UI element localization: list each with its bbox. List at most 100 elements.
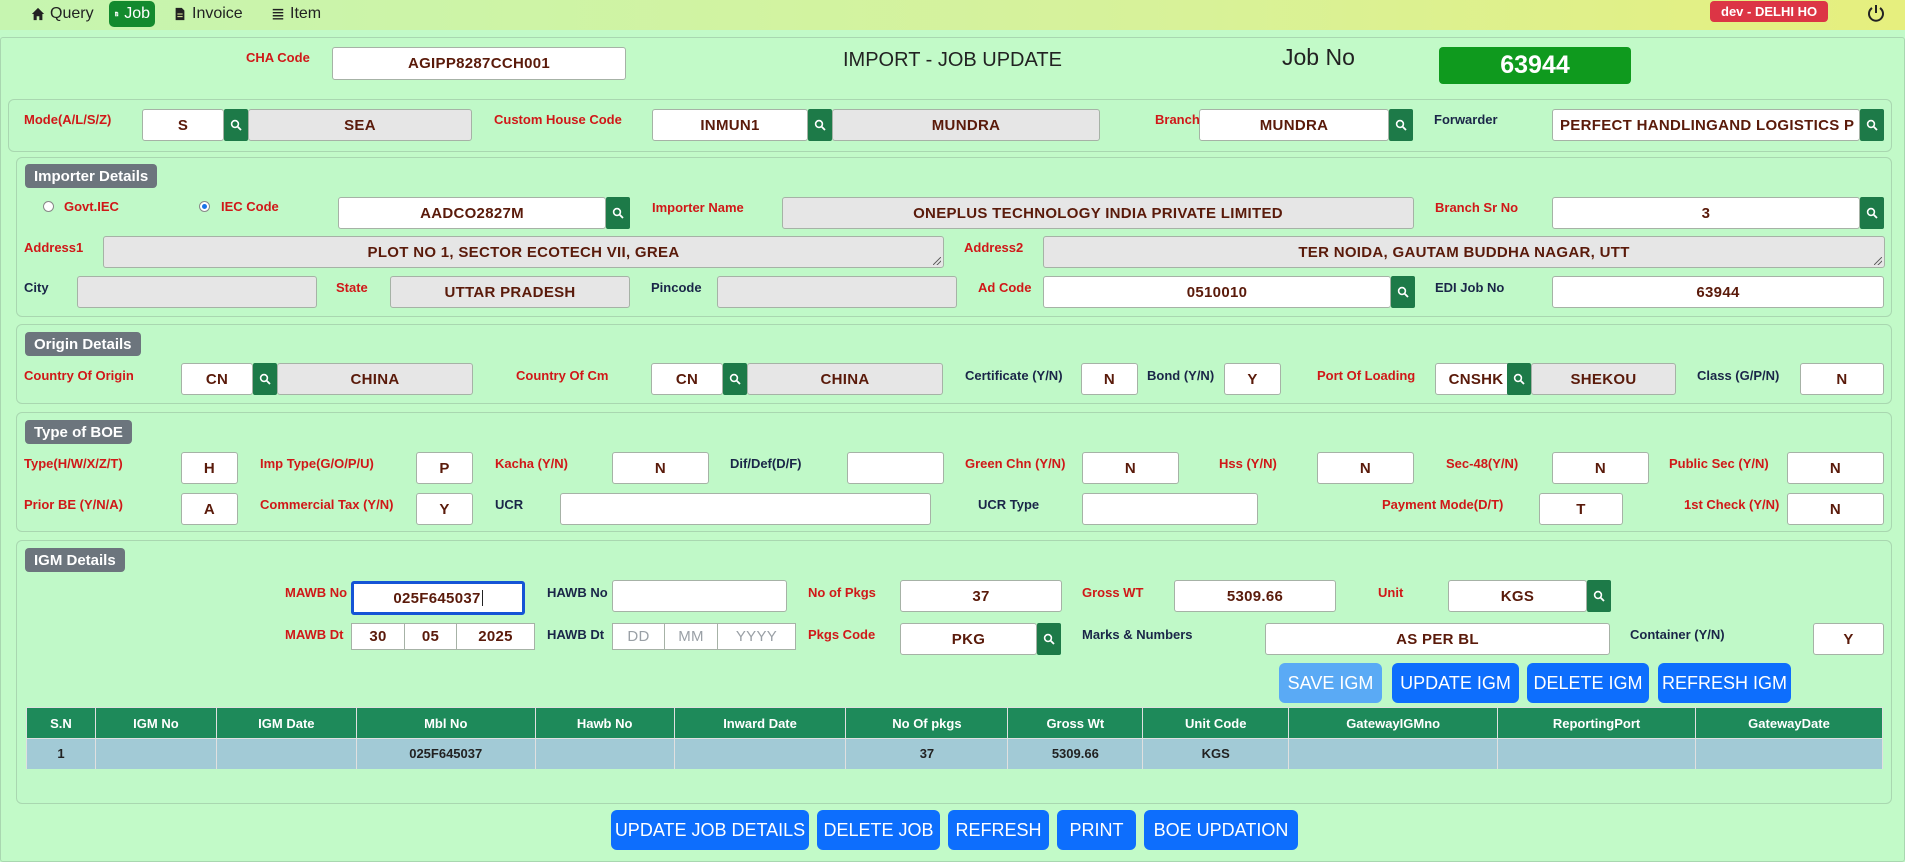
table-row[interactable]: 1 025F645037 37 5309.66 KGS [26, 738, 1883, 769]
save-igm-button[interactable]: SAVE IGM [1279, 663, 1382, 703]
col-header[interactable]: S.N [26, 707, 96, 739]
col-header[interactable]: GatewayIGMno [1288, 707, 1499, 739]
green-chn-field[interactable]: N [1082, 452, 1179, 484]
mawb-no-field[interactable]: 025F645037 [351, 581, 525, 615]
unit-field[interactable]: KGS [1448, 580, 1587, 612]
no-pkgs-field[interactable]: 37 [900, 580, 1062, 612]
branch-field[interactable]: MUNDRA [1199, 109, 1389, 141]
col-header[interactable]: IGM Date [215, 707, 357, 739]
table-cell: 1 [26, 738, 96, 769]
gross-wt-field[interactable]: 5309.66 [1174, 580, 1336, 612]
country-cm-code-field[interactable]: CN [651, 363, 723, 395]
col-header[interactable]: Gross Wt [1007, 707, 1144, 739]
col-header[interactable]: Inward Date [673, 707, 847, 739]
country-origin-search-button[interactable] [253, 363, 277, 395]
custom-house-search-button[interactable] [808, 109, 832, 141]
col-header[interactable]: Mbl No [355, 707, 536, 739]
igm-section-title: IGM Details [25, 548, 125, 572]
branch-sr-search-button[interactable] [1860, 197, 1884, 229]
delete-job-button[interactable]: DELETE JOB [817, 810, 940, 850]
ucr-field[interactable] [560, 493, 931, 525]
branch-search-button[interactable] [1389, 109, 1413, 141]
col-header[interactable]: ReportingPort [1497, 707, 1697, 739]
cha-code-field[interactable]: AGIPP8287CCH001 [332, 47, 626, 80]
table-cell: 025F645037 [355, 738, 536, 769]
port-loading-search-button[interactable] [1507, 363, 1531, 395]
hawb-no-field[interactable] [612, 580, 787, 612]
hawb-dt-day-field[interactable]: DD [612, 623, 665, 650]
mode-search-button[interactable] [224, 109, 248, 141]
country-cm-name-field: CHINA [747, 363, 943, 395]
ad-code-field[interactable]: 0510010 [1043, 276, 1391, 308]
boe-type-field[interactable]: H [181, 452, 238, 484]
forwarder-field[interactable]: PERFECT HANDLINGAND LOGISTICS P [1552, 109, 1860, 141]
col-header[interactable]: GatewayDate [1695, 707, 1883, 739]
address2-field[interactable]: TER NOIDA, GAUTAM BUDDHA NAGAR, UTT [1043, 236, 1885, 268]
class-field[interactable]: N [1800, 363, 1884, 395]
prior-be-field[interactable]: A [181, 493, 238, 525]
pkgs-code-search-button[interactable] [1037, 623, 1061, 655]
iec-code-radio[interactable] [199, 201, 210, 212]
hawb-dt-year-field[interactable]: YYYY [717, 623, 796, 650]
update-igm-button[interactable]: UPDATE IGM [1392, 663, 1519, 703]
power-icon[interactable] [1866, 3, 1886, 23]
edi-job-field[interactable]: 63944 [1552, 276, 1884, 308]
state-field[interactable]: UTTAR PRADESH [390, 276, 630, 308]
mawb-dt-year-field[interactable]: 2025 [456, 623, 535, 650]
marks-field[interactable]: AS PER BL [1265, 623, 1610, 655]
sec48-field[interactable]: N [1552, 452, 1649, 484]
resize-grip-icon[interactable] [933, 257, 941, 265]
col-header[interactable]: Unit Code [1142, 707, 1290, 739]
table-cell: 37 [845, 738, 1009, 769]
print-button[interactable]: PRINT [1057, 810, 1136, 850]
difdef-field[interactable] [847, 452, 944, 484]
country-origin-code-field[interactable]: CN [181, 363, 253, 395]
custom-house-code-field[interactable]: INMUN1 [652, 109, 808, 141]
col-header[interactable]: Hawb No [534, 707, 675, 739]
resize-grip-icon[interactable] [1874, 257, 1882, 265]
iec-search-button[interactable] [606, 197, 630, 229]
bond-field[interactable]: Y [1224, 363, 1281, 395]
country-cm-search-button[interactable] [723, 363, 747, 395]
mawb-dt-month-field[interactable]: 05 [404, 623, 457, 650]
address1-field[interactable]: PLOT NO 1, SECTOR ECOTECH VII, GREA [103, 236, 944, 268]
boe-updation-button[interactable]: BOE UPDATION [1144, 810, 1298, 850]
update-job-details-button[interactable]: UPDATE JOB DETAILS [611, 810, 809, 850]
unit-search-button[interactable] [1587, 580, 1611, 612]
refresh-igm-button[interactable]: REFRESH IGM [1658, 663, 1791, 703]
col-header[interactable]: No Of pkgs [845, 707, 1009, 739]
ucr-type-field[interactable] [1082, 493, 1258, 525]
col-header[interactable]: IGM No [94, 707, 217, 739]
mode-code-field[interactable]: S [142, 109, 224, 141]
table-cell: 5309.66 [1007, 738, 1144, 769]
nav-job[interactable]: Job [109, 1, 155, 27]
kacha-field[interactable]: N [612, 452, 709, 484]
forwarder-search-button[interactable] [1860, 109, 1884, 141]
govt-iec-radio[interactable] [43, 201, 54, 212]
branch-sr-field[interactable]: 3 [1552, 197, 1860, 229]
nav-item[interactable]: Item [266, 1, 326, 27]
delete-igm-button[interactable]: DELETE IGM [1527, 663, 1649, 703]
payment-mode-field[interactable]: T [1539, 493, 1623, 525]
class-label: Class (G/P/N) [1697, 368, 1780, 383]
first-check-field[interactable]: N [1787, 493, 1884, 525]
city-field[interactable] [77, 276, 317, 308]
nav-invoice[interactable]: Invoice [168, 1, 248, 27]
pincode-field[interactable] [717, 276, 957, 308]
nav-query[interactable]: Query [26, 1, 99, 27]
pkgs-code-field[interactable]: PKG [900, 623, 1037, 655]
commercial-tax-field[interactable]: Y [416, 493, 473, 525]
container-field[interactable]: Y [1813, 623, 1884, 655]
city-label: City [24, 280, 49, 295]
hss-field[interactable]: N [1317, 452, 1414, 484]
public-sec-field[interactable]: N [1787, 452, 1884, 484]
hawb-dt-month-field[interactable]: MM [664, 623, 718, 650]
certificate-field[interactable]: N [1081, 363, 1138, 395]
port-loading-label: Port Of Loading [1317, 368, 1416, 383]
port-loading-code-field[interactable]: CNSHK [1435, 363, 1517, 395]
imp-type-field[interactable]: P [416, 452, 473, 484]
ad-code-search-button[interactable] [1391, 276, 1415, 308]
iec-code-field[interactable]: AADCO2827M [338, 197, 606, 229]
mawb-dt-day-field[interactable]: 30 [351, 623, 405, 650]
refresh-button[interactable]: REFRESH [948, 810, 1049, 850]
